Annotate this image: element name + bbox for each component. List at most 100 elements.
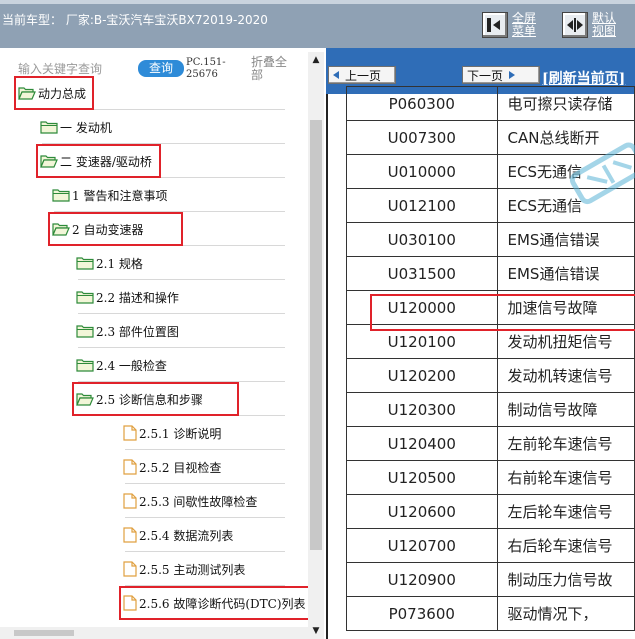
dtc-description: 左后轮车速信号 xyxy=(496,494,635,529)
tree-node[interactable]: 2.2 描述和操作 xyxy=(76,286,179,308)
dtc-description: 加速信号故障 xyxy=(496,290,635,325)
dtc-code: U120900 xyxy=(346,562,498,597)
tree-node-label: 动力总成 xyxy=(38,86,87,101)
table-row: U120900 制动压力信号故 xyxy=(346,562,635,597)
top-stripe xyxy=(0,0,635,4)
table-row: U012100 ECS无通信 xyxy=(346,188,635,223)
table-row: U007300 CAN总线断开 xyxy=(346,120,635,155)
tree-node[interactable]: 2.5.1 诊断说明 xyxy=(123,422,221,444)
file-icon xyxy=(123,527,137,543)
dtc-code: U031500 xyxy=(346,256,498,291)
tree-separator xyxy=(78,415,285,416)
folder-open-icon xyxy=(76,392,94,406)
arrow-left-icon xyxy=(333,71,339,79)
tree-separator xyxy=(125,585,285,586)
tree-node-label: 2.5.3 间歇性故障检查 xyxy=(139,494,258,509)
tree-node-label: 2.1 规格 xyxy=(96,256,143,271)
tree-separator xyxy=(125,517,285,518)
folder-icon xyxy=(40,120,58,134)
tree-node[interactable]: 二 变速器/驱动桥 xyxy=(40,150,152,172)
pc-code: PC.151-25676 xyxy=(186,57,226,80)
search-input[interactable] xyxy=(18,60,133,78)
table-row: U120100 发动机扭矩信号 xyxy=(346,324,635,359)
file-icon xyxy=(123,595,137,611)
table-row: U030100 EMS通信错误 xyxy=(346,222,635,257)
tree-node[interactable]: 2.5.2 目视检查 xyxy=(123,456,221,478)
vertical-scrollbar[interactable]: ▲ ▼ xyxy=(308,52,324,639)
table-row: U120000 加速信号故障 xyxy=(346,290,635,325)
tree-node-label: 2.3 部件位置图 xyxy=(96,324,179,339)
tree-node[interactable]: 动力总成 xyxy=(18,82,86,104)
dtc-code: U007300 xyxy=(346,120,498,155)
arrow-right-icon xyxy=(509,71,516,79)
dtc-description: EMS通信错误 xyxy=(496,256,635,291)
dtc-description: 发动机扭矩信号 xyxy=(496,324,635,359)
tree-node[interactable]: 2 自动变速器 xyxy=(52,218,143,240)
table-row: P073600 驱动情况下， xyxy=(346,596,635,631)
folder-icon xyxy=(52,188,70,202)
next-page-button[interactable]: 下一页 xyxy=(462,66,540,84)
tree-node[interactable]: 2.1 规格 xyxy=(76,252,143,274)
file-icon xyxy=(123,459,137,475)
file-icon xyxy=(123,561,137,577)
refresh-page-link[interactable]: [刷新当前页] xyxy=(542,68,625,88)
tree-node[interactable]: 2.4 一般检查 xyxy=(76,354,167,376)
default-view-label: 默认视图 xyxy=(592,11,617,38)
tree-node-label: 2.5.6 故障诊断代码(DTC)列表 xyxy=(139,596,306,611)
fullscreen-menu-button[interactable]: 全屏菜单 xyxy=(482,12,542,38)
tree-separator xyxy=(125,619,285,620)
dtc-code: U120200 xyxy=(346,358,498,393)
tree-separator xyxy=(78,381,285,382)
dtc-description: 驱动情况下， xyxy=(496,596,635,631)
dtc-code: U010000 xyxy=(346,154,498,189)
dtc-description: 发动机转速信号 xyxy=(496,358,635,393)
dtc-description: EMS通信错误 xyxy=(496,222,635,257)
folder-open-icon xyxy=(40,154,58,168)
tree-node-label: 2.4 一般检查 xyxy=(96,358,167,373)
tree-node[interactable]: 2.5 诊断信息和步骤 xyxy=(76,388,203,410)
tree-node-label: 二 变速器/驱动桥 xyxy=(60,154,152,169)
dtc-description: ECS无通信 xyxy=(496,188,635,223)
next-page-label: 下一页 xyxy=(467,68,504,83)
tree-node[interactable]: 一 发动机 xyxy=(40,116,112,138)
folder-open-icon xyxy=(18,86,36,100)
dtc-description: 制动信号故障 xyxy=(496,392,635,427)
tree-node[interactable]: 2.3 部件位置图 xyxy=(76,320,179,342)
tree-node[interactable]: 1 警告和注意事项 xyxy=(52,184,167,206)
default-view-button[interactable]: 默认视图 xyxy=(562,12,622,38)
dtc-code: U120600 xyxy=(346,494,498,529)
horizontal-scrollbar-thumb[interactable] xyxy=(14,630,74,636)
scroll-up-arrow-icon[interactable]: ▲ xyxy=(308,52,324,68)
horizontal-scrollbar[interactable] xyxy=(0,627,308,639)
tree-node-label: 2.2 描述和操作 xyxy=(96,290,179,305)
tree-node[interactable]: 2.5.6 故障诊断代码(DTC)列表 xyxy=(123,592,306,614)
dtc-code: P073600 xyxy=(346,596,498,631)
scroll-down-arrow-icon[interactable]: ▼ xyxy=(308,623,324,639)
prev-page-button[interactable]: 上一页 xyxy=(328,66,396,84)
tree-separator xyxy=(78,313,285,314)
dtc-description: 右后轮车速信号 xyxy=(496,528,635,563)
dtc-table: P060300 电可擦只读存储 U007300 CAN总线断开 U010000 ECS无通… xyxy=(346,86,635,631)
tree-node[interactable]: 2.5.5 主动测试列表 xyxy=(123,558,245,580)
tree-separator xyxy=(78,279,285,280)
tree-node[interactable]: 2.5.4 数据流列表 xyxy=(123,524,233,546)
tree-separator xyxy=(78,347,285,348)
query-button[interactable]: 查询 xyxy=(138,60,184,77)
dtc-code: U120700 xyxy=(346,528,498,563)
table-row: P060300 电可擦只读存储 xyxy=(346,86,635,121)
folder-icon xyxy=(76,358,94,372)
tree-node-label: 2 自动变速器 xyxy=(72,222,144,237)
scrollbar-thumb[interactable] xyxy=(310,120,322,550)
collapse-all-button[interactable]: 折叠全部 xyxy=(251,56,291,82)
tree-separator xyxy=(125,483,285,484)
tree-separator xyxy=(20,109,285,110)
folder-icon xyxy=(76,324,94,338)
dtc-code: U120100 xyxy=(346,324,498,359)
dtc-description: 左前轮车速信号 xyxy=(496,426,635,461)
tree-node[interactable]: 2.5.3 间歇性故障检查 xyxy=(123,490,257,512)
table-row: U120700 右后轮车速信号 xyxy=(346,528,635,563)
file-icon xyxy=(123,493,137,509)
folder-icon xyxy=(76,256,94,270)
table-row: U010000 ECS无通信 xyxy=(346,154,635,189)
tree-separator xyxy=(125,449,285,450)
